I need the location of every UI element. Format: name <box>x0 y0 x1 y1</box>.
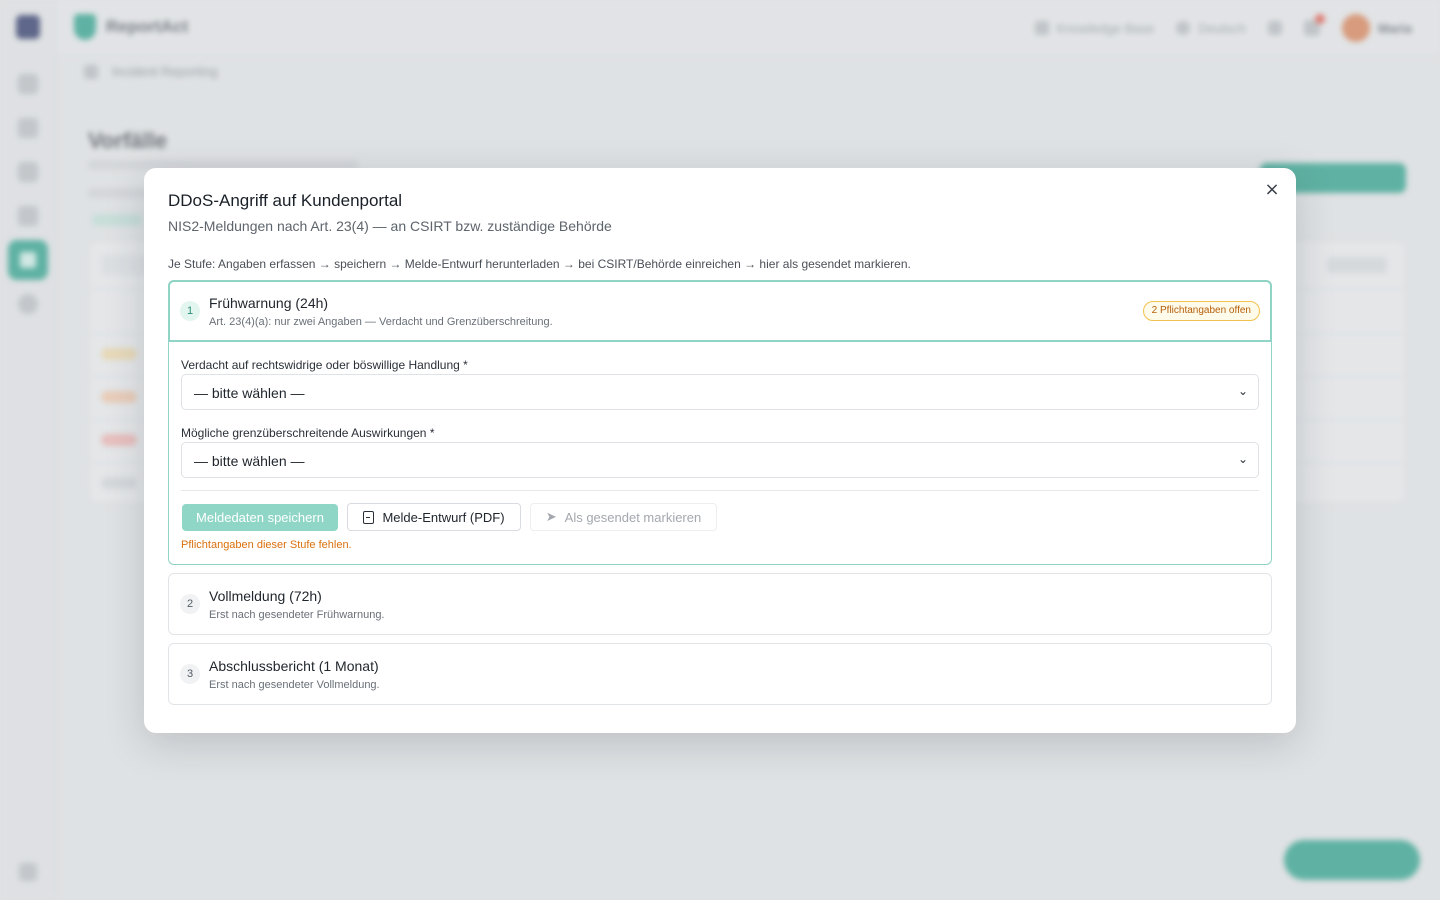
stage-description: Erst nach gesendeter Frühwarnung. <box>209 609 385 621</box>
suspicion-select-value: — bitte wählen — <box>194 385 305 401</box>
send-icon: ➤ <box>545 509 557 525</box>
pdf-button-label: Melde-Entwurf (PDF) <box>382 509 505 525</box>
suspicion-select[interactable]: — bitte wählen — ⌄ <box>181 374 1259 410</box>
stage-title: Frühwarnung (24h) <box>209 295 329 311</box>
stage-description: Art. 23(4)(a): nur zwei Angaben — Verdac… <box>209 316 553 328</box>
modal-subtitle: NIS2-Meldungen nach Art. 23(4) — an CSIR… <box>168 218 612 234</box>
status-badge: 2 Pflichtangaben offen <box>1142 301 1260 321</box>
stage-final-report[interactable]: 3 Abschlussbericht (1 Monat) Erst nach g… <box>168 643 1272 705</box>
crossborder-select-value: — bitte wählen — <box>194 453 305 469</box>
step-number: 1 <box>180 301 200 321</box>
missing-fields-warning: Pflichtangaben dieser Stufe fehlen. <box>181 539 352 551</box>
crossborder-label: Mögliche grenzüberschreitende Auswirkung… <box>181 426 435 440</box>
download-draft-pdf-button[interactable]: Melde-Entwurf (PDF) <box>347 503 521 531</box>
close-icon[interactable]: × <box>1262 180 1282 200</box>
stage-description: Erst nach gesendeter Vollmeldung. <box>209 679 380 691</box>
step-number: 3 <box>180 664 200 684</box>
crossborder-select[interactable]: — bitte wählen — ⌄ <box>181 442 1259 478</box>
chevron-down-icon: ⌄ <box>1237 452 1248 466</box>
file-download-icon <box>363 510 375 524</box>
divider <box>181 490 1259 491</box>
save-button-label: Meldedaten speichern <box>196 510 324 525</box>
stage-full-report[interactable]: 2 Vollmeldung (72h) Erst nach gesendeter… <box>168 573 1272 635</box>
sent-button-label: Als gesendet markieren <box>564 509 702 525</box>
process-hint: Je Stufe: Angaben erfassen → speichern →… <box>168 257 911 271</box>
stage-title: Abschlussbericht (1 Monat) <box>209 658 379 674</box>
mark-as-sent-button[interactable]: ➤ Als gesendet markieren <box>530 503 717 531</box>
stage-early-warning: 1 Frühwarnung (24h) Art. 23(4)(a): nur z… <box>168 280 1272 565</box>
nis2-report-modal: × DDoS-Angriff auf Kundenportal NIS2-Mel… <box>144 168 1296 733</box>
stage-title: Vollmeldung (72h) <box>209 588 322 604</box>
suspicion-label: Verdacht auf rechtswidrige oder böswilli… <box>181 358 468 372</box>
chevron-down-icon: ⌄ <box>1237 384 1248 398</box>
stage-header[interactable]: 1 Frühwarnung (24h) Art. 23(4)(a): nur z… <box>168 280 1272 342</box>
modal-title: DDoS-Angriff auf Kundenportal <box>168 191 403 210</box>
save-report-data-button[interactable]: Meldedaten speichern <box>182 504 338 531</box>
step-number: 2 <box>180 594 200 614</box>
